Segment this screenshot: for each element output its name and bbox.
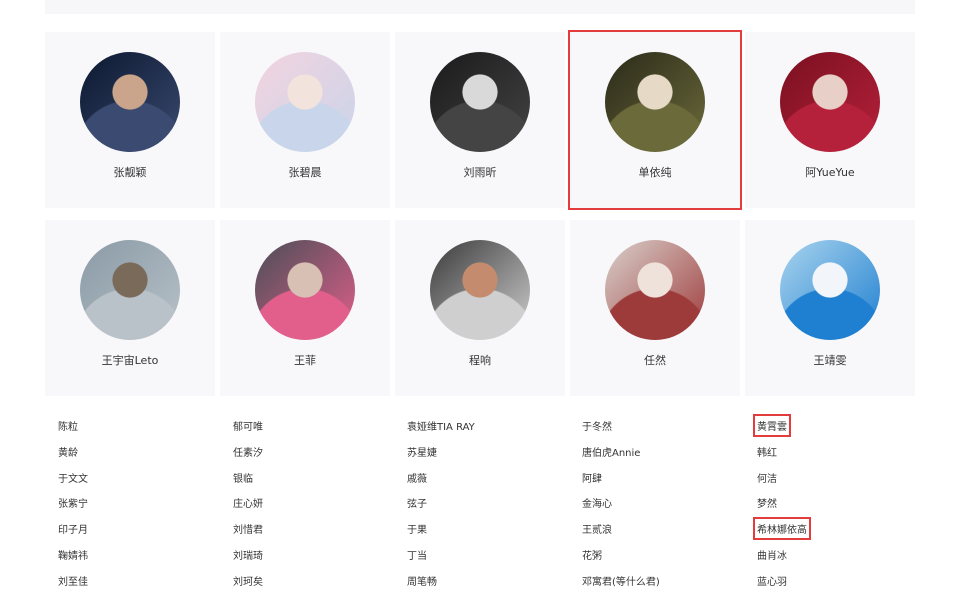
- singer-card-name[interactable]: 张靓颖: [45, 164, 215, 180]
- singer-name-link[interactable]: 刘瑞琦: [233, 547, 263, 562]
- singer-card[interactable]: 王宇宙Leto: [45, 220, 215, 396]
- singer-name-link[interactable]: 蓝心羽: [757, 573, 787, 588]
- singer-card-name[interactable]: 单依纯: [570, 164, 740, 180]
- singer-card-name[interactable]: 阿YueYue: [745, 164, 915, 180]
- singer-avatar[interactable]: [80, 240, 180, 340]
- singer-name-link[interactable]: 于果: [407, 521, 427, 536]
- singer-name-link[interactable]: 张紫宁: [58, 495, 88, 510]
- singer-name-link[interactable]: 何洁: [757, 470, 777, 485]
- singer-name-link[interactable]: 弦子: [407, 495, 427, 510]
- singer-avatar[interactable]: [430, 52, 530, 152]
- singer-name-link[interactable]: 刘至佳: [58, 573, 88, 588]
- singer-name-link[interactable]: 郁可唯: [233, 418, 263, 433]
- singer-name-link[interactable]: 苏星婕: [407, 444, 437, 459]
- singer-name-link[interactable]: 黄霄雲: [753, 414, 791, 437]
- singer-name-link[interactable]: 周笔畅: [407, 573, 437, 588]
- singer-name-link[interactable]: 金海心: [582, 495, 612, 510]
- singer-name-link[interactable]: 梦然: [757, 495, 777, 510]
- singer-name-link[interactable]: 于冬然: [582, 418, 612, 433]
- singer-card[interactable]: 刘雨昕: [395, 32, 565, 208]
- singer-card[interactable]: 王靖雯: [745, 220, 915, 396]
- singer-card-name[interactable]: 王宇宙Leto: [45, 352, 215, 368]
- singer-name-link[interactable]: 丁当: [407, 547, 427, 562]
- singer-name-link[interactable]: 庄心妍: [233, 495, 263, 510]
- singer-avatar[interactable]: [780, 240, 880, 340]
- top-strip: [45, 0, 915, 14]
- singer-name-link[interactable]: 邓寓君(等什么君): [582, 573, 660, 588]
- singer-name-link[interactable]: 银临: [233, 470, 253, 485]
- singer-card-name[interactable]: 王靖雯: [745, 352, 915, 368]
- singer-card[interactable]: 张碧晨: [220, 32, 390, 208]
- singer-card[interactable]: 阿YueYue: [745, 32, 915, 208]
- singer-card-name[interactable]: 任然: [570, 352, 740, 368]
- singer-name-link[interactable]: 希林娜依高: [753, 517, 811, 541]
- singer-name-link[interactable]: 刘珂矣: [233, 573, 263, 588]
- singer-avatar[interactable]: [780, 52, 880, 152]
- singer-name-link[interactable]: 戚薇: [407, 470, 427, 485]
- singer-name-link[interactable]: 刘惜君: [233, 521, 263, 536]
- singer-name-link[interactable]: 任素汐: [233, 444, 263, 459]
- singer-name-link[interactable]: 黄龄: [58, 444, 78, 459]
- singer-avatar[interactable]: [255, 52, 355, 152]
- singer-name-link[interactable]: 印子月: [58, 521, 88, 536]
- singer-card[interactable]: 张靓颖: [45, 32, 215, 208]
- singer-card[interactable]: 任然: [570, 220, 740, 396]
- singer-card-name[interactable]: 王菲: [220, 352, 390, 368]
- singer-card[interactable]: 程响: [395, 220, 565, 396]
- singer-name-link[interactable]: 袁娅维TIA RAY: [407, 418, 475, 433]
- singer-name-link[interactable]: 于文文: [58, 470, 88, 485]
- singer-name-link[interactable]: 阿肆: [582, 470, 602, 485]
- singer-card-name[interactable]: 张碧晨: [220, 164, 390, 180]
- singer-name-link[interactable]: 韩红: [757, 444, 777, 459]
- singer-avatar[interactable]: [605, 52, 705, 152]
- singer-card[interactable]: 单依纯: [568, 30, 742, 210]
- singer-name-link[interactable]: 曲肖冰: [757, 547, 787, 562]
- singer-avatar[interactable]: [430, 240, 530, 340]
- singer-name-link[interactable]: 陈粒: [58, 418, 78, 433]
- singer-name-link[interactable]: 王贰浪: [582, 521, 612, 536]
- singer-avatar[interactable]: [80, 52, 180, 152]
- singer-name-link[interactable]: 花粥: [582, 547, 602, 562]
- singer-card[interactable]: 王菲: [220, 220, 390, 396]
- singer-avatar[interactable]: [255, 240, 355, 340]
- singer-card-name[interactable]: 刘雨昕: [395, 164, 565, 180]
- singer-avatar[interactable]: [605, 240, 705, 340]
- singer-card-name[interactable]: 程响: [395, 352, 565, 368]
- singer-name-link[interactable]: 鞠婧祎: [58, 547, 88, 562]
- singer-name-link[interactable]: 唐伯虎Annie: [582, 444, 640, 459]
